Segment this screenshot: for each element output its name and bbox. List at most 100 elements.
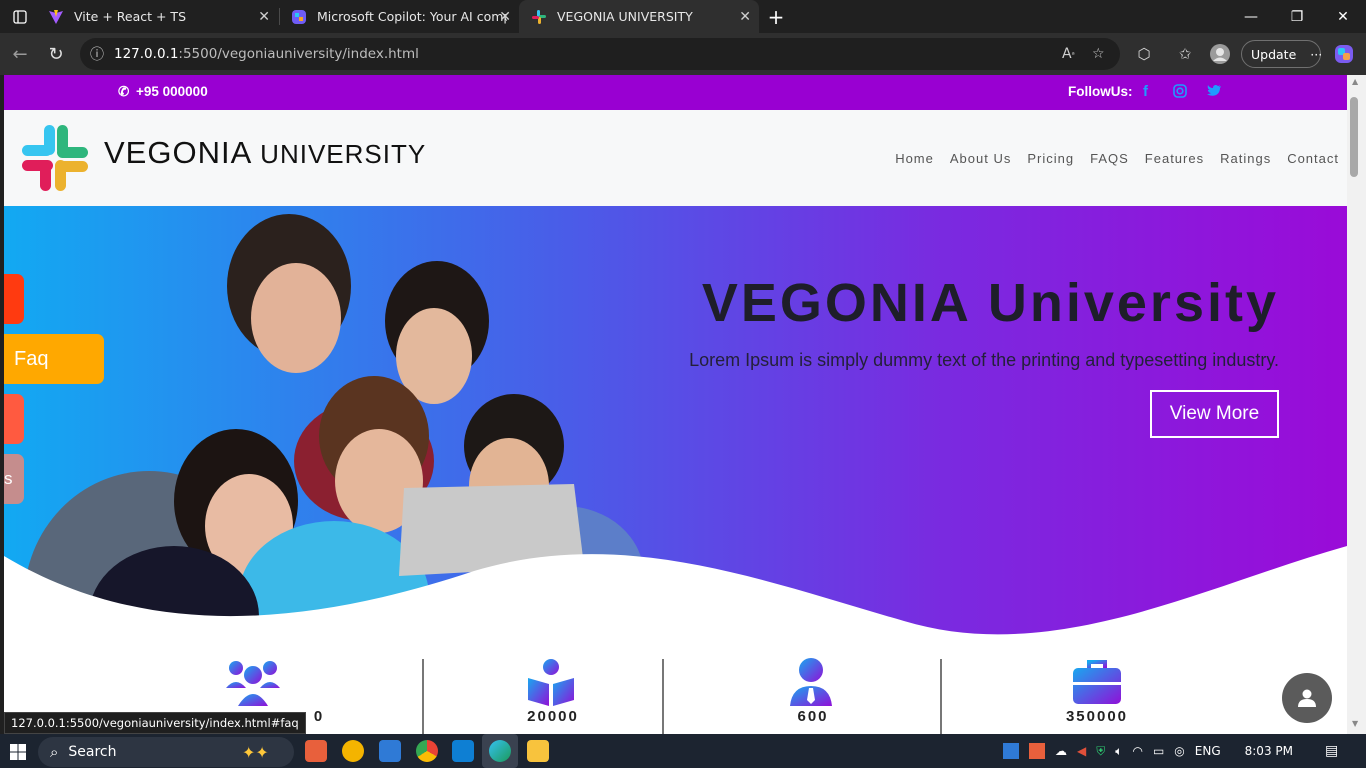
site-header: VEGONIA UNIVERSITY Home About Us Pricing… (4, 110, 1347, 206)
search-icon: ⌕ (50, 743, 59, 761)
extensions-icon[interactable]: ⬡ (1130, 41, 1158, 67)
user-icon (1298, 689, 1316, 707)
wifi-icon[interactable]: ◠ (1132, 744, 1142, 758)
stat-jobs: 350000 (942, 646, 1252, 734)
users-icon (226, 661, 280, 706)
address-bar[interactable]: ⓘ 127.0.0.1:5500/vegoniauniversity/index… (80, 38, 1120, 70)
scrollbar-thumb[interactable] (1350, 97, 1358, 177)
tray-app-icon[interactable] (1003, 743, 1019, 759)
instagram-icon[interactable] (1173, 84, 1187, 98)
chat-avatar-button[interactable] (1282, 673, 1332, 723)
language-label[interactable]: ENG (1195, 744, 1221, 758)
notifications-icon[interactable]: ▤ (1325, 743, 1338, 759)
web-page: ✆ +95 000000 FollowUs: f VEGONIA UNIVERS… (4, 75, 1347, 734)
page-scrollbar[interactable]: ▲ ▼ (1347, 75, 1366, 734)
browser-tab-bar: Vite + React + TS ✕ Microsoft Copilot: Y… (0, 0, 1366, 33)
restore-icon[interactable]: ❐ (1274, 0, 1320, 33)
chrome-icon[interactable] (416, 740, 438, 762)
follow-us-label: FollowUs: (1068, 84, 1133, 99)
edge-taskbar-active[interactable] (482, 734, 518, 768)
taskbar-search[interactable]: ⌕ Search ✦✦ (38, 737, 294, 767)
briefcase-icon (1073, 660, 1121, 704)
refresh-icon[interactable]: ↻ (42, 41, 70, 67)
favorite-star-icon[interactable]: ☆ (1092, 38, 1105, 70)
stat-value: 600 (797, 708, 829, 725)
phone-number: +95 000000 (136, 84, 208, 99)
copilot-sparkle-icon: ✦✦ (242, 742, 269, 762)
side-tab-red[interactable] (4, 274, 24, 324)
contact-top-bar: ✆ +95 000000 FollowUs: f (4, 75, 1347, 110)
edge-icon (489, 740, 511, 762)
read-aloud-icon[interactable]: Aᵃ (1062, 38, 1075, 70)
teacher-icon (790, 658, 832, 706)
windows-start-icon[interactable] (10, 744, 26, 760)
view-more-button[interactable]: View More (1150, 390, 1279, 438)
side-tab-pink[interactable]: s (4, 454, 24, 504)
vscode-icon[interactable] (452, 740, 474, 762)
site-brand[interactable]: VEGONIA UNIVERSITY (104, 135, 426, 171)
nav-contact[interactable]: Contact (1287, 151, 1339, 166)
stat-value: 350000 (1065, 708, 1129, 725)
side-tab-pink-label: s (4, 469, 13, 488)
system-tray: ☁ ◀ ⛨ 🔈︎ ◠ ▭ ◎ ENG 8:03 PM ▤ (1003, 734, 1338, 768)
browser-toolbar: ← ↻ ⓘ 127.0.0.1:5500/vegoniauniversity/i… (0, 33, 1366, 75)
more-dots-icon: ··· (1310, 46, 1323, 62)
new-tab-icon[interactable]: + (762, 0, 790, 33)
site-info-icon[interactable]: ⓘ (90, 38, 104, 70)
book-reader-icon (528, 659, 574, 706)
close-tab-icon[interactable]: ✕ (258, 9, 270, 25)
clock-time[interactable]: 8:03 PM (1245, 744, 1293, 758)
hero-title: VEGONIA University (701, 273, 1279, 333)
file-explorer-icon[interactable] (527, 740, 549, 762)
app-icon[interactable] (342, 740, 364, 762)
xampp-icon[interactable] (305, 740, 327, 762)
update-button[interactable]: Update ··· (1241, 40, 1323, 68)
close-tab-icon[interactable]: ✕ (739, 9, 751, 25)
copilot-icon[interactable] (1330, 41, 1358, 67)
brand-small: UNIVERSITY (260, 139, 427, 169)
hero-section: VEGONIA University Lorem Ipsum is simply… (4, 206, 1347, 646)
tab-actions-icon[interactable] (2, 0, 38, 33)
close-window-icon[interactable]: ✕ (1320, 0, 1366, 33)
security-shield-icon[interactable]: ⛨ (1096, 744, 1105, 759)
profile-avatar-icon[interactable] (1206, 41, 1234, 67)
nav-about-us[interactable]: About Us (950, 151, 1011, 166)
speaker-muted-icon[interactable]: ◀ (1077, 744, 1086, 758)
wave-divider (4, 546, 1347, 646)
battery-icon[interactable]: ▭ (1153, 744, 1164, 758)
url-path: :5500/vegoniauniversity/index.html (178, 46, 419, 62)
favorites-icon[interactable]: ✩ (1171, 41, 1199, 67)
xampp-tray-icon[interactable] (1029, 743, 1045, 759)
tab-vegonia[interactable]: VEGONIA UNIVERSITY ✕ (519, 0, 759, 33)
tab-title: VEGONIA UNIVERSITY (557, 9, 693, 24)
side-tab-coral[interactable] (4, 394, 24, 444)
search-label: Search (68, 744, 117, 760)
facebook-icon[interactable]: f (1143, 83, 1148, 100)
stat-teachers: 600 (684, 646, 942, 734)
slack-logo-icon (532, 9, 546, 24)
vite-icon (49, 9, 63, 24)
cloud-icon[interactable]: ☁ (1055, 744, 1067, 758)
close-tab-icon[interactable]: ✕ (499, 9, 511, 25)
minimize-icon[interactable]: — (1228, 0, 1274, 33)
nav-faqs[interactable]: FAQS (1090, 151, 1129, 166)
back-icon[interactable]: ← (6, 41, 34, 67)
university-logo-icon[interactable] (20, 123, 90, 193)
twitter-icon[interactable] (1207, 84, 1222, 97)
hero-subtitle: Lorem Ipsum is simply dummy text of the … (689, 350, 1279, 370)
meet-icon[interactable]: ◎ (1174, 744, 1184, 758)
status-bar-url: 127.0.0.1:5500/vegoniauniversity/index.h… (4, 712, 306, 734)
tab-title: Vite + React + TS (74, 9, 186, 24)
tab-copilot[interactable]: Microsoft Copilot: Your AI compa ✕ (279, 0, 519, 33)
nav-home[interactable]: Home (895, 151, 934, 166)
volume-icon[interactable]: 🔈︎ (1115, 744, 1122, 759)
side-tab-faq[interactable]: Faq (4, 334, 104, 384)
nav-ratings[interactable]: Ratings (1220, 151, 1271, 166)
main-nav: Home About Us Pricing FAQS Features Rati… (895, 151, 1339, 166)
stat-courses: 20000 (424, 646, 682, 734)
monitor-icon[interactable] (379, 740, 401, 762)
nav-pricing[interactable]: Pricing (1027, 151, 1074, 166)
side-tab-faq-label: Faq (14, 348, 49, 370)
nav-features[interactable]: Features (1145, 151, 1204, 166)
tab-vite[interactable]: Vite + React + TS ✕ (36, 0, 278, 33)
